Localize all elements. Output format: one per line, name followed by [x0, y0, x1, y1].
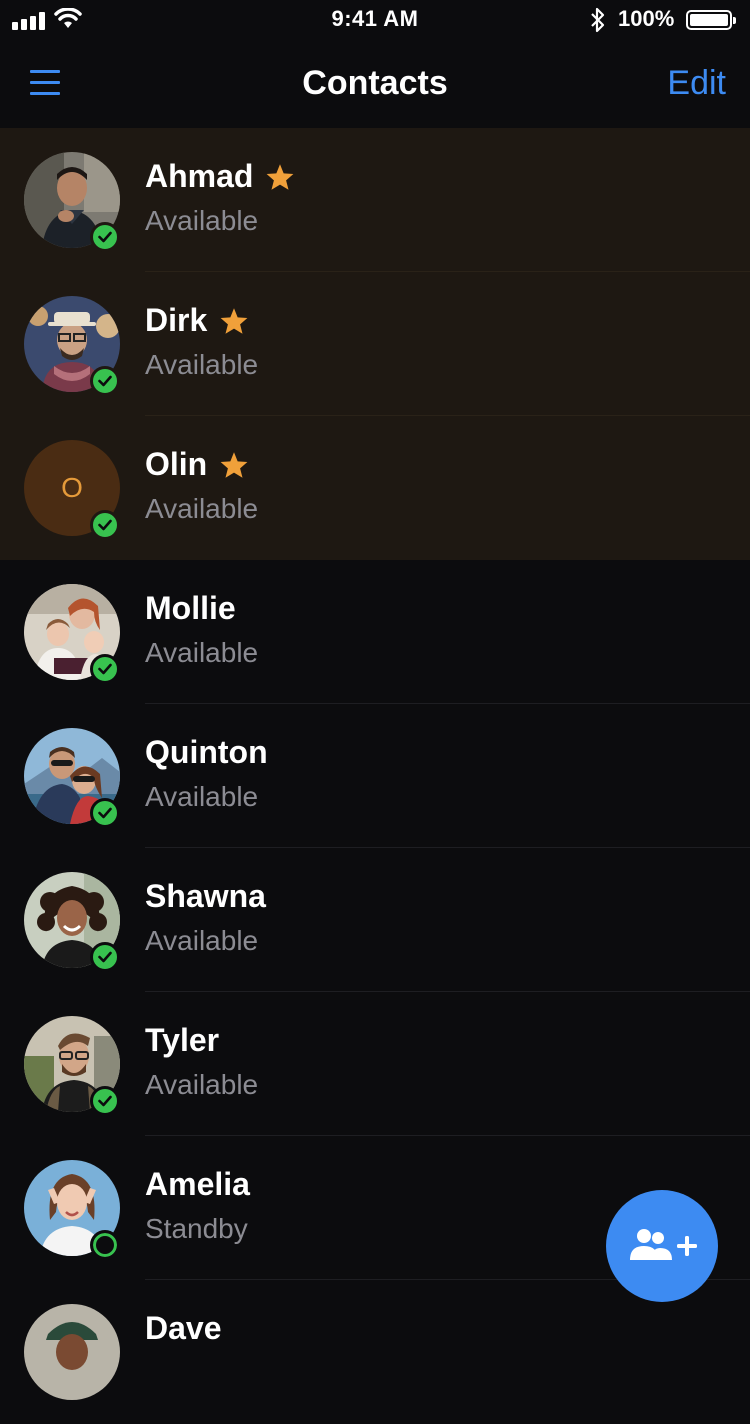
- contact-row[interactable]: Shawna Available: [0, 848, 750, 992]
- contact-row[interactable]: Ahmad Available: [0, 128, 750, 272]
- page-title: Contacts: [302, 64, 448, 102]
- favorite-star-icon: [219, 451, 249, 479]
- presence-standby-icon: [90, 1230, 120, 1260]
- contact-status: Standby: [145, 1213, 248, 1244]
- contact-name: Dirk: [145, 302, 249, 339]
- contact-row[interactable]: Dave: [0, 1280, 750, 1424]
- contact-row[interactable]: Dirk Available: [0, 272, 750, 416]
- contact-row[interactable]: Tyler Available: [0, 992, 750, 1136]
- contact-row[interactable]: Quinton Available: [0, 704, 750, 848]
- bluetooth-icon: [589, 7, 607, 38]
- avatar: [24, 1304, 120, 1400]
- status-bar: 9:41 AM 100%: [0, 0, 750, 40]
- contact-status: Available: [145, 1069, 259, 1100]
- favorite-star-icon: [219, 307, 249, 335]
- add-contact-button[interactable]: [606, 1190, 718, 1302]
- contact-status: Available: [145, 205, 259, 236]
- contact-status: Available: [145, 781, 259, 812]
- contact-status: Available: [145, 925, 259, 956]
- presence-available-icon: [90, 654, 120, 684]
- contact-name: Amelia: [145, 1166, 250, 1202]
- contact-name: Mollie: [145, 590, 236, 626]
- contact-name: Tyler: [145, 1022, 220, 1058]
- presence-available-icon: [90, 1086, 120, 1116]
- contact-status: Available: [145, 637, 259, 668]
- edit-button[interactable]: Edit: [667, 64, 726, 103]
- contact-status: Available: [145, 349, 259, 380]
- battery-icon: [686, 10, 736, 30]
- contact-name: Dave: [145, 1310, 222, 1346]
- contact-name: Ahmad: [145, 158, 295, 195]
- battery-percentage: 100%: [618, 6, 675, 31]
- favorite-star-icon: [265, 163, 295, 191]
- presence-available-icon: [90, 510, 120, 540]
- contact-row[interactable]: Mollie Available: [0, 560, 750, 704]
- presence-available-icon: [90, 942, 120, 972]
- contact-name: Shawna: [145, 878, 266, 914]
- add-contact-icon: [620, 1226, 704, 1266]
- presence-available-icon: [90, 798, 120, 828]
- contact-name: Olin: [145, 446, 249, 483]
- navigation-bar: Contacts Edit: [0, 40, 750, 128]
- contact-status: Available: [145, 493, 259, 524]
- presence-available-icon: [90, 222, 120, 252]
- presence-available-icon: [90, 366, 120, 396]
- contact-row[interactable]: O Olin Available: [0, 416, 750, 560]
- contact-name: Quinton: [145, 734, 268, 770]
